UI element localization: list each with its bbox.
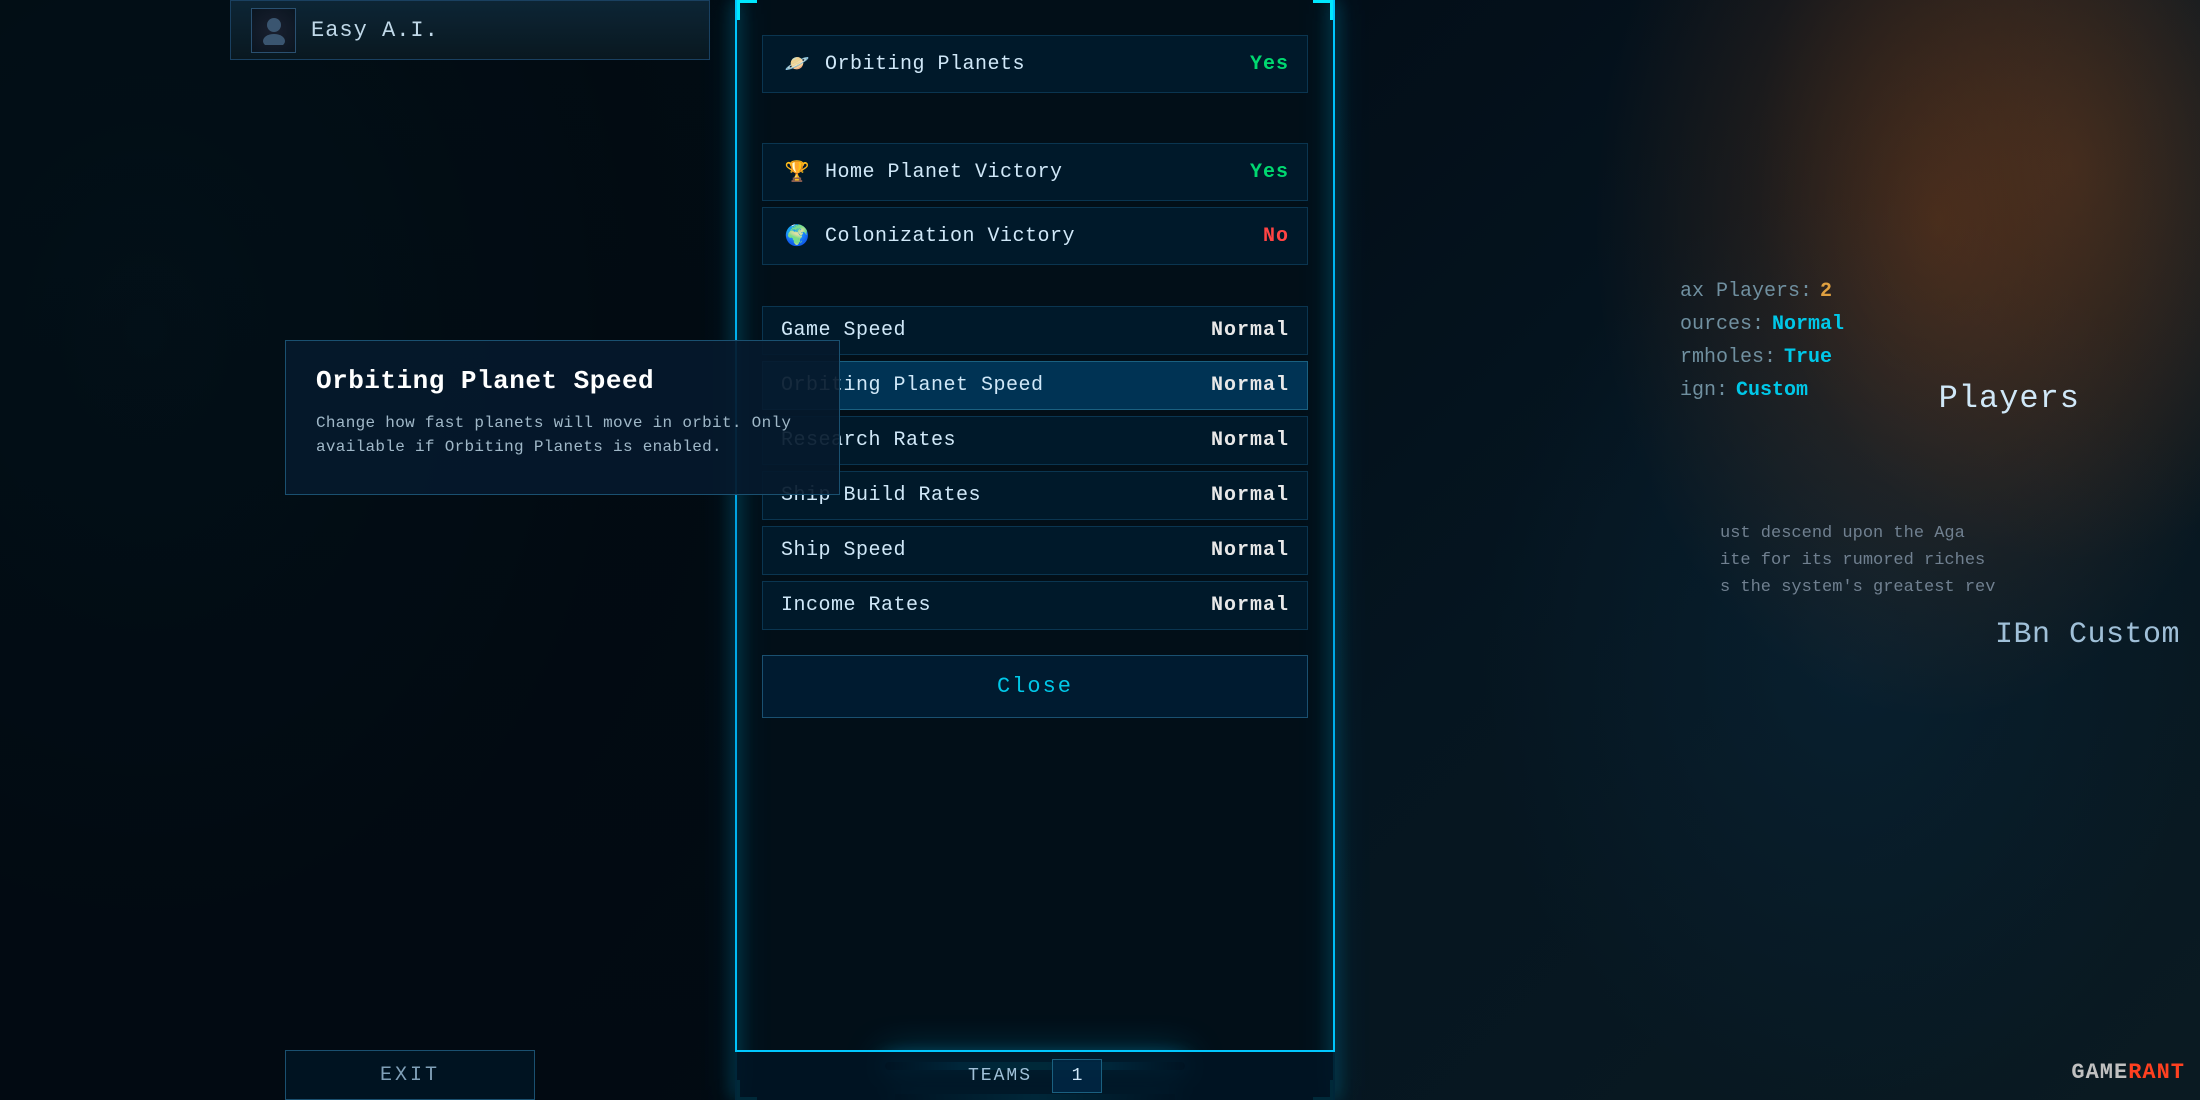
- teams-value-box[interactable]: 1: [1052, 1059, 1102, 1093]
- colonization-victory-icon: 🌍: [781, 220, 813, 252]
- ai-avatar: [251, 8, 296, 53]
- gamerant-game: GAME: [2071, 1060, 2128, 1085]
- close-button-label: Close: [997, 674, 1073, 699]
- ship-speed-label: Ship Speed: [781, 539, 906, 562]
- top-spacer: [762, 20, 1308, 35]
- max-players-value: 2: [1820, 280, 1832, 303]
- right-sidebar: Players ax Players: 2 ources: Normal rmh…: [1330, 0, 2200, 1100]
- ai-player-bar: Easy A.I.: [230, 0, 710, 60]
- max-players-row: ax Players: 2: [1680, 280, 2180, 303]
- desc-line-3: s the system's greatest rev: [1720, 574, 2180, 601]
- home-planet-victory-value: Yes: [1250, 161, 1289, 184]
- setting-row-orbiting-planets[interactable]: 🪐 Orbiting Planets Yes: [762, 35, 1308, 93]
- income-rates-label: Income Rates: [781, 594, 931, 617]
- resources-label: ources:: [1680, 313, 1764, 336]
- orbiting-planets-icon: 🪐: [781, 48, 813, 80]
- setting-row-game-speed[interactable]: Game Speed Normal: [762, 306, 1308, 355]
- research-rates-value: Normal: [1211, 429, 1289, 452]
- gamerant-rant: RANT: [2128, 1060, 2185, 1085]
- design-label: ign:: [1680, 379, 1728, 402]
- tooltip-description: Change how fast planets will move in orb…: [316, 411, 809, 459]
- ai-label: Easy A.I.: [311, 18, 439, 43]
- ibn-custom-label: IBn Custom: [1995, 618, 2180, 652]
- setting-row-left: Game Speed: [781, 319, 906, 342]
- orbiting-planets-value: Yes: [1250, 53, 1289, 76]
- design-row: ign: Custom: [1680, 379, 2180, 402]
- exit-button-label: EXIT: [380, 1064, 440, 1087]
- close-button[interactable]: Close: [762, 655, 1308, 718]
- setting-row-left: Ship Speed: [781, 539, 906, 562]
- setting-row-left: Income Rates: [781, 594, 931, 617]
- resources-value: Normal: [1772, 313, 1844, 336]
- game-speed-label: Game Speed: [781, 319, 906, 342]
- teams-bar: TEAMS 1: [735, 1050, 1335, 1100]
- wormholes-label: rmholes:: [1680, 346, 1776, 369]
- exit-button[interactable]: EXIT: [285, 1050, 535, 1100]
- design-value: Custom: [1736, 379, 1808, 402]
- settings-panel-inner: 🪐 Orbiting Planets Yes 🏆 Home Planet Vic…: [737, 0, 1333, 1100]
- tooltip-title: Orbiting Planet Speed: [316, 366, 809, 396]
- setting-row-left: 🌍 Colonization Victory: [781, 220, 1075, 252]
- teams-value: 1: [1072, 1066, 1083, 1086]
- desc-line-2: ite for its rumored riches: [1720, 547, 2180, 574]
- ship-build-rates-value: Normal: [1211, 484, 1289, 507]
- colonization-victory-label: Colonization Victory: [825, 225, 1075, 248]
- ship-speed-value: Normal: [1211, 539, 1289, 562]
- orbiting-planets-label: Orbiting Planets: [825, 53, 1025, 76]
- tooltip-box: Orbiting Planet Speed Change how fast pl…: [285, 340, 840, 495]
- home-planet-victory-icon: 🏆: [781, 156, 813, 188]
- home-planet-victory-label: Home Planet Victory: [825, 161, 1063, 184]
- settings-panel: 🪐 Orbiting Planets Yes 🏆 Home Planet Vic…: [735, 0, 1335, 1100]
- desc-line-1: ust descend upon the Aga: [1720, 520, 2180, 547]
- wormholes-value: True: [1784, 346, 1832, 369]
- section-gap-1: [762, 271, 1308, 306]
- corner-decoration-tl: [737, 0, 757, 20]
- colonization-victory-value: No: [1263, 225, 1289, 248]
- setting-row-left: 🏆 Home Planet Victory: [781, 156, 1063, 188]
- setting-row-orbiting-planet-speed[interactable]: Orbiting Planet Speed Normal: [762, 361, 1308, 410]
- setting-row-home-planet-victory[interactable]: 🏆 Home Planet Victory Yes: [762, 143, 1308, 201]
- right-info-panel: ax Players: 2 ources: Normal rmholes: Tr…: [1680, 280, 2180, 412]
- setting-row-ship-build-rates[interactable]: Ship Build Rates Normal: [762, 471, 1308, 520]
- dark-overlay: [0, 0, 735, 1100]
- income-rates-value: Normal: [1211, 594, 1289, 617]
- game-speed-value: Normal: [1211, 319, 1289, 342]
- setting-row-income-rates[interactable]: Income Rates Normal: [762, 581, 1308, 630]
- setting-row-left: 🪐 Orbiting Planets: [781, 48, 1025, 80]
- orbiting-planet-speed-value: Normal: [1211, 374, 1289, 397]
- right-description: ust descend upon the Aga ite for its rum…: [1720, 520, 2180, 602]
- gamerant-logo: GAME RANT: [2071, 1060, 2185, 1085]
- setting-row-research-rates[interactable]: Research Rates Normal: [762, 416, 1308, 465]
- wormholes-row: rmholes: True: [1680, 346, 2180, 369]
- teams-label: TEAMS: [968, 1066, 1032, 1086]
- max-players-label: ax Players:: [1680, 280, 1812, 303]
- setting-row-colonization-victory[interactable]: 🌍 Colonization Victory No: [762, 207, 1308, 265]
- resources-row: ources: Normal: [1680, 313, 2180, 336]
- setting-row-ship-speed[interactable]: Ship Speed Normal: [762, 526, 1308, 575]
